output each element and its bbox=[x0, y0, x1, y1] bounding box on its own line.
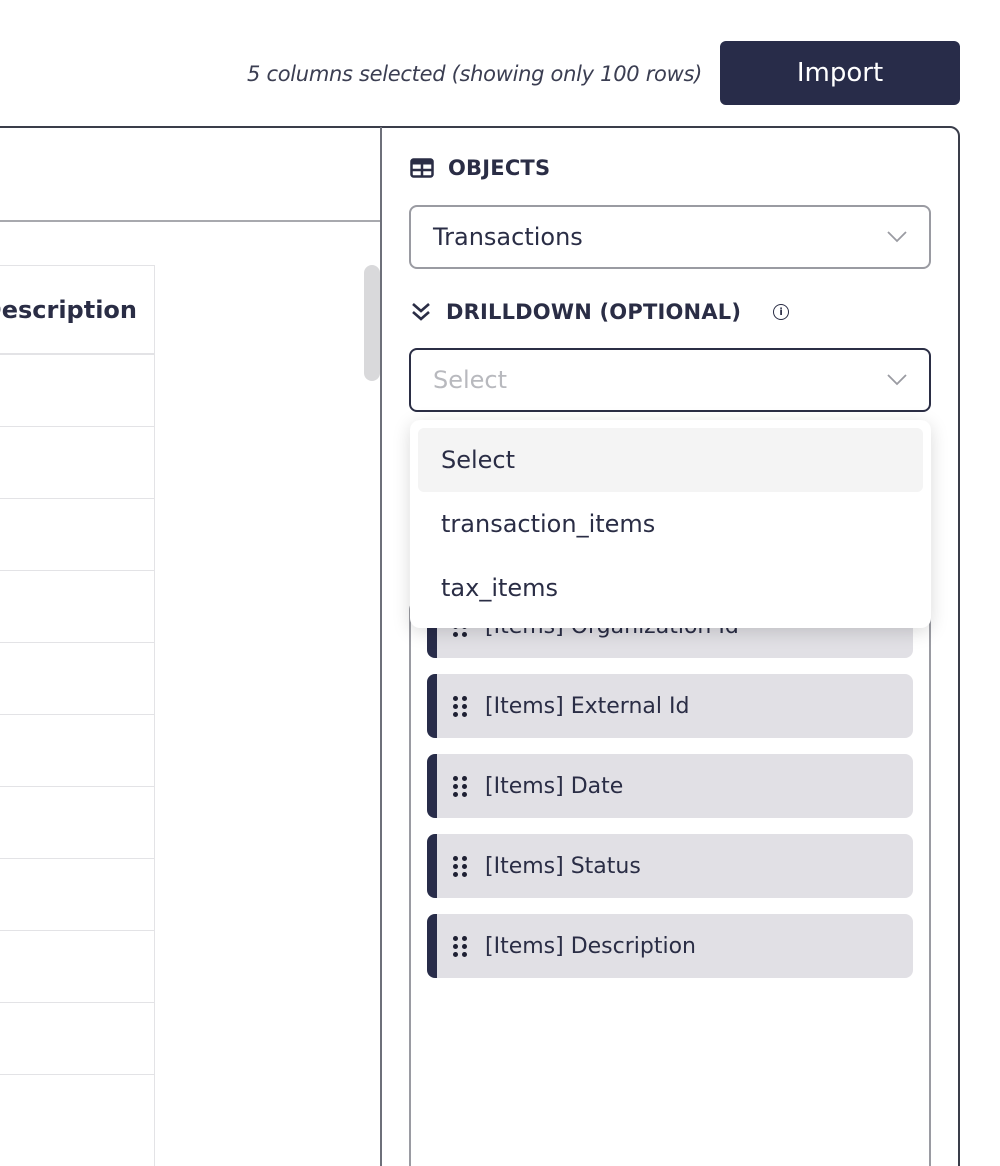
panel-divider bbox=[380, 127, 382, 1166]
table-row-divider bbox=[0, 858, 154, 859]
selected-column-item[interactable]: [Items] Status bbox=[427, 834, 913, 898]
table-row-divider bbox=[0, 570, 154, 571]
dropdown-option-select[interactable]: Select bbox=[418, 428, 923, 492]
objects-select[interactable]: Transactions bbox=[409, 205, 931, 269]
column-header-label: Description bbox=[0, 295, 137, 324]
table-row-divider bbox=[0, 498, 154, 499]
objects-select-value: Transactions bbox=[433, 223, 583, 251]
objects-section-title: OBJECTS bbox=[410, 156, 550, 180]
drilldown-select[interactable]: Select bbox=[409, 348, 931, 412]
table-toolbar-divider bbox=[0, 220, 380, 222]
selected-column-item[interactable]: [Items] Description bbox=[427, 914, 913, 978]
selected-column-item[interactable]: [Items] Date bbox=[427, 754, 913, 818]
drag-handle-icon[interactable] bbox=[453, 775, 467, 797]
import-button[interactable]: Import bbox=[720, 41, 960, 105]
table-row-divider bbox=[0, 1074, 154, 1075]
drag-handle-icon[interactable] bbox=[453, 855, 467, 877]
table-row-divider bbox=[0, 1002, 154, 1003]
dropdown-option-transaction-items[interactable]: transaction_items bbox=[418, 492, 923, 556]
table-column bbox=[0, 265, 155, 1166]
selected-column-label: [Items] External Id bbox=[485, 693, 690, 719]
selected-column-label: [Items] Date bbox=[485, 773, 624, 799]
table-row-divider bbox=[0, 354, 154, 355]
table-row-divider bbox=[0, 642, 154, 643]
drag-handle-icon[interactable] bbox=[453, 935, 467, 957]
table-icon bbox=[410, 158, 434, 178]
drilldown-section-title: DRILLDOWN (OPTIONAL) i bbox=[410, 300, 790, 324]
table-row-divider bbox=[0, 786, 154, 787]
selected-column-label: [Items] Status bbox=[485, 853, 641, 879]
drilldown-dropdown-menu: Select transaction_items tax_items bbox=[410, 420, 931, 628]
table-row-divider bbox=[0, 930, 154, 931]
chevron-down-icon bbox=[887, 370, 907, 390]
table-column-header[interactable]: Description bbox=[0, 266, 154, 354]
table-row-divider bbox=[0, 426, 154, 427]
double-chevron-down-icon bbox=[412, 303, 430, 321]
selection-status-text: 5 columns selected (showing only 100 row… bbox=[247, 62, 702, 86]
selected-column-item[interactable]: [Items] External Id bbox=[427, 674, 913, 738]
drag-handle-icon[interactable] bbox=[453, 695, 467, 717]
drilldown-label: DRILLDOWN (OPTIONAL) bbox=[446, 300, 742, 324]
table-row-divider bbox=[0, 714, 154, 715]
selected-column-label: [Items] Description bbox=[485, 933, 696, 959]
info-icon[interactable]: i bbox=[773, 304, 790, 320]
drilldown-select-placeholder: Select bbox=[433, 366, 508, 394]
table-scrollbar[interactable] bbox=[364, 265, 380, 381]
chevron-down-icon bbox=[887, 227, 907, 247]
objects-label: OBJECTS bbox=[448, 156, 551, 180]
dropdown-option-tax-items[interactable]: tax_items bbox=[418, 556, 923, 620]
